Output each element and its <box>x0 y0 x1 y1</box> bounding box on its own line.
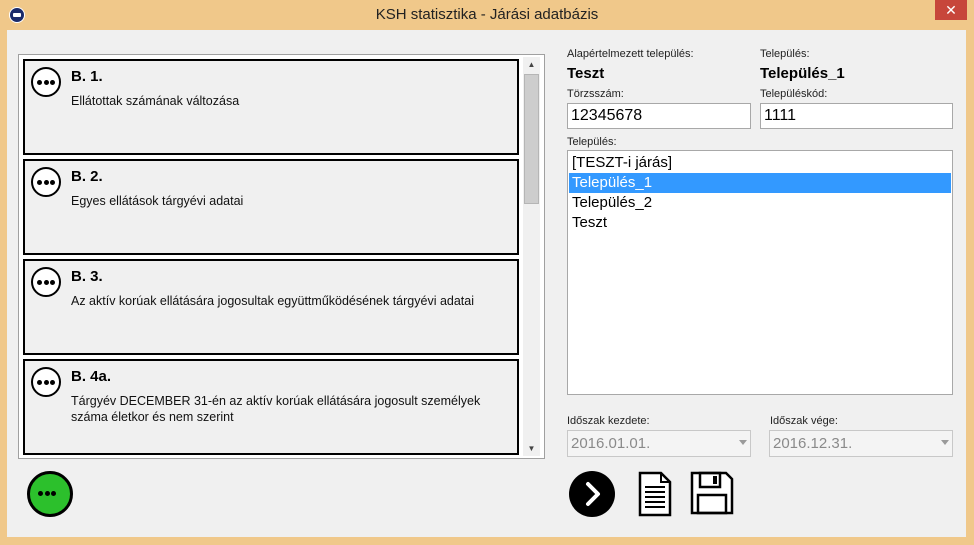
next-button[interactable] <box>569 471 615 517</box>
item-title: B. 2. <box>71 168 103 185</box>
scroll-thumb[interactable] <box>524 74 539 204</box>
save-button[interactable] <box>690 471 734 515</box>
more-icon[interactable] <box>31 167 61 197</box>
settlement-listbox[interactable]: [TESZT-i járás] Település_1 Település_2 … <box>567 150 953 395</box>
default-settlement-label: Alapértelmezett település: <box>567 48 694 60</box>
settlement-value: Település_1 <box>760 65 845 82</box>
list-item[interactable]: Teszt <box>569 213 951 233</box>
chevron-right-icon <box>586 482 600 506</box>
vertical-scrollbar[interactable]: ▲ ▼ <box>523 57 540 456</box>
more-icon[interactable] <box>31 67 61 97</box>
more-icon <box>38 491 58 496</box>
item-description: Ellátottak számának változása <box>71 94 240 108</box>
scroll-up-icon[interactable]: ▲ <box>523 57 540 72</box>
period-start-label: Időszak kezdete: <box>567 415 650 427</box>
document-button[interactable] <box>638 471 672 517</box>
close-button[interactable]: ✕ <box>935 0 967 20</box>
document-icon <box>638 471 672 517</box>
settlement-label: Település: <box>760 48 810 60</box>
period-start-value: 2016.01.01. <box>571 435 651 452</box>
save-icon <box>690 471 734 515</box>
list-item[interactable]: Település_2 <box>569 193 951 213</box>
more-icon[interactable] <box>31 367 61 397</box>
list-item-selected[interactable]: Település_1 <box>569 173 951 193</box>
list-item[interactable]: [TESZT-i járás] <box>569 153 951 173</box>
period-end-select[interactable]: 2016.12.31. <box>769 430 953 457</box>
table-list-panel: B. 1. Ellátottak számának változása B. 2… <box>18 54 545 459</box>
list-item[interactable]: B. 2. Egyes ellátások tárgyévi adatai <box>23 159 519 255</box>
item-title: B. 3. <box>71 268 103 285</box>
item-description: Tárgyév DECEMBER 31-én az aktív korúak e… <box>71 394 481 424</box>
torzsszam-field[interactable]: 12345678 <box>567 103 751 129</box>
default-settlement-value: Teszt <box>567 65 605 82</box>
chevron-down-icon[interactable] <box>739 440 747 445</box>
torzsszam-label: Törzsszám: <box>567 88 624 100</box>
period-end-value: 2016.12.31. <box>773 435 853 452</box>
table-list: B. 1. Ellátottak számának változása B. 2… <box>23 59 519 455</box>
more-icon[interactable] <box>31 267 61 297</box>
options-button[interactable] <box>27 471 73 517</box>
telepuleskod-label: Településkód: <box>760 88 828 100</box>
client-area: B. 1. Ellátottak számának változása B. 2… <box>7 30 966 537</box>
list-item[interactable]: B. 1. Ellátottak számának változása <box>23 59 519 155</box>
title-bar[interactable]: KSH statisztika - Járási adatbázis ✕ <box>0 0 974 30</box>
item-description: Egyes ellátások tárgyévi adatai <box>71 194 244 208</box>
period-start-select[interactable]: 2016.01.01. <box>567 430 751 457</box>
item-title: B. 1. <box>71 68 103 85</box>
item-description: Az aktív korúak ellátására jogosultak eg… <box>71 294 475 308</box>
list-item[interactable]: B. 4a. Tárgyév DECEMBER 31-én az aktív k… <box>23 359 519 455</box>
window-title: KSH statisztika - Járási adatbázis <box>375 6 599 23</box>
item-title: B. 4a. <box>71 368 112 385</box>
chevron-down-icon[interactable] <box>941 440 949 445</box>
scroll-down-icon[interactable]: ▼ <box>523 441 540 456</box>
app-window: KSH statisztika - Járási adatbázis ✕ B. … <box>0 0 974 545</box>
list-item[interactable]: B. 3. Az aktív korúak ellátására jogosul… <box>23 259 519 355</box>
telepuleskod-field[interactable]: 1111 <box>760 103 953 129</box>
period-end-label: Időszak vége: <box>770 415 838 427</box>
settlement-list-label: Település: <box>567 136 617 148</box>
